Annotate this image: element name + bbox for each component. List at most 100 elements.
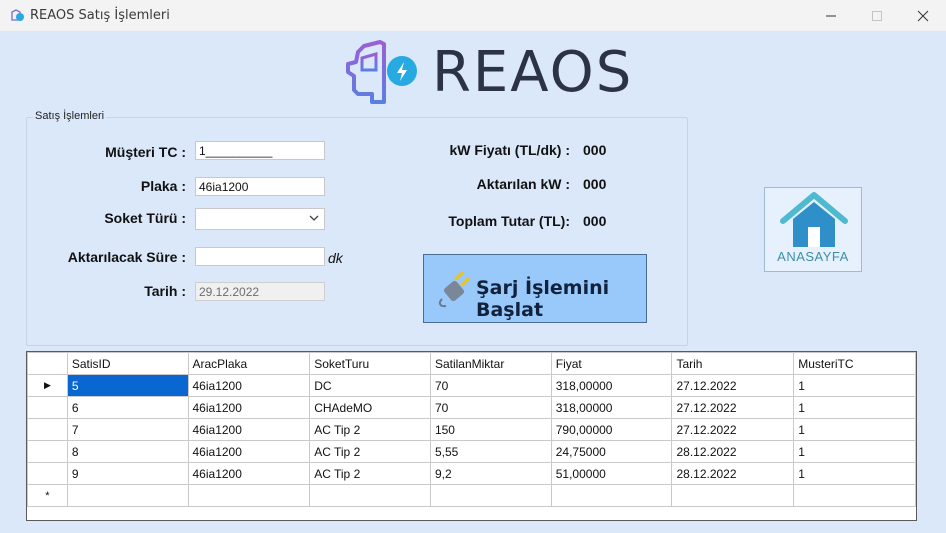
table-cell[interactable]: 150	[429, 418, 552, 441]
table-cell[interactable]: 9,2	[429, 462, 552, 485]
total-amount-label: Toplam Tutar (TL):	[448, 213, 570, 229]
table-cell[interactable]	[309, 484, 431, 507]
title-bar: REAOS Satış İşlemleri	[0, 0, 946, 32]
table-cell[interactable]: 24,75000	[550, 440, 673, 463]
table-cell[interactable]: 27.12.2022	[671, 396, 795, 419]
column-header[interactable]: MusteriTC	[793, 352, 916, 375]
table-cell[interactable]: 51,00000	[550, 462, 673, 485]
column-header[interactable]: SatilanMiktar	[429, 352, 552, 375]
column-header[interactable]: SatisID	[66, 352, 189, 375]
home-label: ANASAYFA	[777, 249, 849, 264]
table-cell[interactable]: 28.12.2022	[671, 440, 795, 463]
table-row[interactable]: ▶ 5 46ia1200 DC 70 318,00000 27.12.2022 …	[27, 374, 916, 397]
table-cell[interactable]	[187, 484, 311, 507]
row-header-corner	[27, 352, 68, 375]
table-cell[interactable]: 46ia1200	[187, 440, 311, 463]
table-cell[interactable]: 46ia1200	[187, 396, 311, 419]
group-title: Satış İşlemleri	[33, 110, 107, 122]
table-cell[interactable]: 70	[429, 396, 552, 419]
sales-table: SatisID AracPlaka SoketTuru SatilanMikta…	[27, 352, 916, 507]
sales-data-grid[interactable]: SatisID AracPlaka SoketTuru SatilanMikta…	[26, 351, 917, 521]
table-cell[interactable]	[793, 484, 916, 507]
plate-input[interactable]: 46ia1200	[195, 177, 325, 196]
table-cell[interactable]: 6	[66, 396, 189, 419]
table-cell[interactable]: CHAdeMO	[309, 396, 431, 419]
table-row[interactable]: 6 46ia1200 CHAdeMO 70 318,00000 27.12.20…	[27, 396, 916, 419]
table-cell[interactable]: 9	[66, 462, 189, 485]
kw-price-label: kW Fiyatı (TL/dk) :	[449, 142, 570, 158]
table-cell[interactable]: 46ia1200	[187, 462, 311, 485]
table-cell[interactable]	[66, 484, 189, 507]
transferred-kw-label: Aktarılan kW :	[476, 176, 570, 192]
column-header[interactable]: Tarih	[671, 352, 795, 375]
customer-tc-input[interactable]: 1__________	[195, 141, 325, 160]
home-button[interactable]: ANASAYFA	[764, 187, 862, 272]
table-cell[interactable]: DC	[309, 374, 431, 397]
table-cell[interactable]: 790,00000	[550, 418, 673, 441]
table-cell[interactable]: 318,00000	[550, 374, 673, 397]
table-header-row: SatisID AracPlaka SoketTuru SatilanMikta…	[27, 352, 916, 375]
table-cell[interactable]: 5	[66, 374, 189, 397]
table-row[interactable]: 7 46ia1200 AC Tip 2 150 790,00000 27.12.…	[27, 418, 916, 441]
table-cell[interactable]: 8	[66, 440, 189, 463]
start-charging-button[interactable]: Şarj İşlemini Başlat	[423, 254, 647, 323]
kw-price-value: 000	[583, 142, 607, 158]
plate-label: Plaka :	[140, 178, 186, 194]
duration-input[interactable]	[195, 247, 325, 266]
table-cell[interactable]: 5,55	[429, 440, 552, 463]
new-row-indicator[interactable]: *	[27, 484, 68, 507]
row-header[interactable]	[27, 440, 68, 463]
minimize-button[interactable]	[808, 0, 854, 31]
table-cell[interactable]: 1	[793, 462, 916, 485]
logo-text: REAOS	[432, 40, 634, 105]
new-row[interactable]: *	[27, 484, 916, 507]
column-header[interactable]: SoketTuru	[309, 352, 431, 375]
table-cell[interactable]: 1	[793, 374, 916, 397]
date-field: 29.12.2022	[195, 282, 325, 301]
table-cell[interactable]: 28.12.2022	[671, 462, 795, 485]
charging-plug-icon	[438, 271, 470, 308]
table-cell[interactable]: 318,00000	[550, 396, 673, 419]
row-header[interactable]	[27, 418, 68, 441]
duration-unit: dk	[328, 250, 343, 266]
chevron-down-icon	[309, 215, 319, 221]
home-icon	[780, 192, 848, 247]
transferred-kw-value: 000	[583, 176, 607, 192]
table-cell[interactable]	[550, 484, 673, 507]
table-cell[interactable]: AC Tip 2	[309, 440, 431, 463]
minimize-icon	[826, 15, 836, 16]
table-row[interactable]: 9 46ia1200 AC Tip 2 9,2 51,00000 28.12.2…	[27, 462, 916, 485]
table-cell[interactable]: 1	[793, 396, 916, 419]
column-header[interactable]: Fiyat	[550, 352, 673, 375]
table-cell[interactable]: 7	[66, 418, 189, 441]
table-cell[interactable]: 70	[429, 374, 552, 397]
column-header[interactable]: AracPlaka	[187, 352, 311, 375]
table-cell[interactable]	[671, 484, 795, 507]
maximize-icon	[872, 10, 882, 21]
table-cell[interactable]: 1	[793, 440, 916, 463]
table-cell[interactable]: 46ia1200	[187, 374, 311, 397]
total-amount-value: 000	[583, 213, 607, 229]
current-row-indicator[interactable]: ▶	[27, 374, 68, 397]
table-cell[interactable]	[429, 484, 552, 507]
customer-tc-label: Müşteri TC :	[105, 144, 186, 160]
table-cell[interactable]: 46ia1200	[187, 418, 311, 441]
row-header[interactable]	[27, 396, 68, 419]
window-title: REAOS Satış İşlemleri	[30, 8, 170, 23]
socket-type-select[interactable]	[195, 208, 325, 230]
table-cell[interactable]: AC Tip 2	[309, 462, 431, 485]
app-icon	[9, 8, 25, 24]
table-row[interactable]: 8 46ia1200 AC Tip 2 5,55 24,75000 28.12.…	[27, 440, 916, 463]
row-header[interactable]	[27, 462, 68, 485]
maximize-button[interactable]	[854, 0, 900, 31]
table-cell[interactable]: AC Tip 2	[309, 418, 431, 441]
close-button[interactable]	[900, 0, 946, 31]
close-icon	[917, 10, 929, 21]
socket-type-label: Soket Türü :	[104, 210, 186, 226]
table-cell[interactable]: 27.12.2022	[671, 418, 795, 441]
table-cell[interactable]: 27.12.2022	[671, 374, 795, 397]
table-cell[interactable]: 1	[793, 418, 916, 441]
ev-car-logo-icon	[346, 40, 417, 104]
date-label: Tarih :	[144, 283, 186, 299]
reaos-logo: REAOS	[344, 40, 631, 106]
